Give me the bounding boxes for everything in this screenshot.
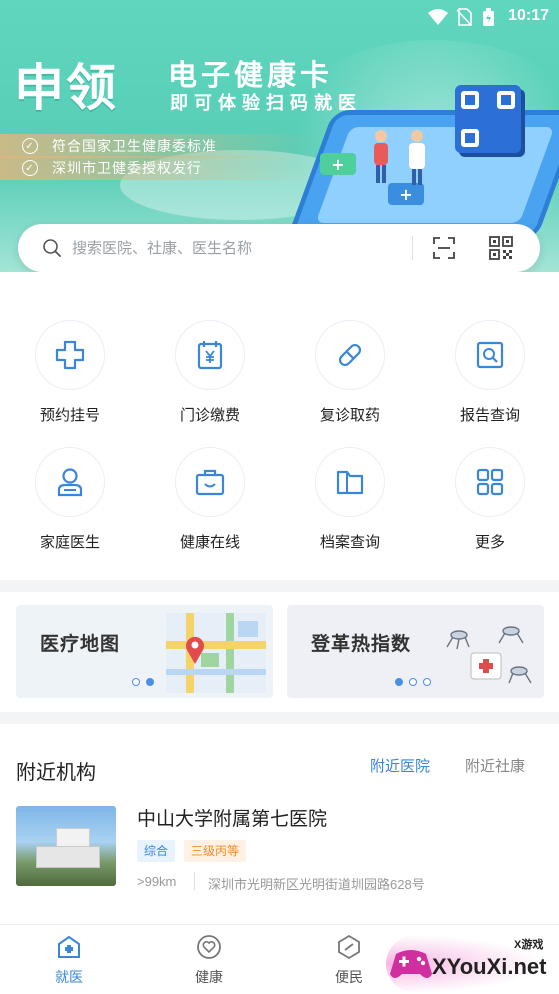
service-grid: 预约挂号 门诊缴费 复诊取药 报告查询 家庭医生 健康在线 档案查询 更多 xyxy=(0,272,559,580)
nav-medical[interactable]: 就医 xyxy=(29,933,109,987)
pill-icon xyxy=(338,343,362,367)
hospital-address: 深圳市光明新区光明街道圳园路628号 xyxy=(208,877,425,892)
watermark-small: X游戏 xyxy=(514,939,544,951)
service-label: 档案查询 xyxy=(319,534,380,551)
hospital-home-icon xyxy=(58,935,80,958)
cert-text: 符合国家卫生健康委标准 xyxy=(52,138,217,154)
check-circle-icon: ✓ xyxy=(22,160,38,176)
search-divider xyxy=(412,236,413,260)
nav-label: 健康 xyxy=(195,969,223,985)
map-pin-icon xyxy=(186,636,204,664)
battery-charging-icon xyxy=(483,8,494,26)
hospital-distance: >99km xyxy=(137,874,177,889)
banner-tagline: 即可体验扫码就医 xyxy=(170,93,362,113)
service-label: 预约挂号 xyxy=(39,407,100,424)
cert-text: 深圳市卫健委授权发行 xyxy=(52,160,202,176)
service-label: 报告查询 xyxy=(459,407,520,424)
service-label: 家庭医生 xyxy=(39,534,100,551)
hospital-type-tag: 综合 xyxy=(137,840,176,862)
mosquito-illustration-icon xyxy=(446,626,532,684)
section-title: 附近机构 xyxy=(16,762,96,784)
banner-title: 申领 xyxy=(14,60,118,116)
service-payment[interactable]: 门诊缴费 xyxy=(140,320,280,438)
scan-icon[interactable] xyxy=(432,236,456,260)
people-illustration-icon xyxy=(374,130,425,185)
nav-label: 就医 xyxy=(55,969,83,985)
nearby-section: 附近机构 附近医院 附近社康 中山大学附属第七医院 综合 三级丙等 >99km … xyxy=(0,724,559,924)
grid-icon xyxy=(476,468,504,496)
map-illustration-icon xyxy=(166,613,266,693)
no-sim-icon xyxy=(456,8,472,26)
wifi-icon xyxy=(428,9,448,25)
status-bar: 10:17 xyxy=(0,0,559,34)
service-label: 更多 xyxy=(474,534,505,551)
service-family-doctor[interactable]: 家庭医生 xyxy=(0,447,140,565)
folder-icon xyxy=(336,470,364,495)
status-time: 10:17 xyxy=(508,7,549,24)
hospital-name: 中山大学附属第七医院 xyxy=(137,809,328,830)
service-label: 门诊缴费 xyxy=(179,407,240,424)
service-health-online[interactable]: 健康在线 xyxy=(140,447,280,565)
hospital-level-tag: 三级丙等 xyxy=(184,840,247,862)
promo-title: 医疗地图 xyxy=(40,634,121,655)
promo-dengue-index[interactable]: 登革热指数 xyxy=(287,605,544,698)
service-label: 健康在线 xyxy=(179,534,240,551)
gamepad-logo-icon xyxy=(390,950,432,978)
qr-illustration-icon xyxy=(455,85,521,153)
service-report[interactable]: 报告查询 xyxy=(420,320,559,438)
heart-icon xyxy=(197,935,221,959)
cert-line-1: ✓ 符合国家卫生健康委标准 xyxy=(0,134,320,158)
nav-label: 便民 xyxy=(335,969,363,985)
briefcase-icon xyxy=(195,469,225,496)
tab-nearby-community[interactable]: 附近社康 xyxy=(465,755,525,776)
service-more[interactable]: 更多 xyxy=(420,447,559,565)
tab-nearby-hospitals[interactable]: 附近医院 xyxy=(370,755,430,776)
carousel-dots xyxy=(132,678,154,686)
watermark-brand: XYouXi.net xyxy=(432,954,547,979)
check-circle-icon: ✓ xyxy=(22,138,38,154)
promo-title: 登革热指数 xyxy=(311,634,412,655)
convenience-icon xyxy=(338,934,360,960)
search-icon xyxy=(43,239,61,257)
promo-medical-map[interactable]: 医疗地图 xyxy=(16,605,273,698)
search-placeholder[interactable]: 搜索医院、社康、医生名称 xyxy=(72,237,252,258)
plus-card-icon: + xyxy=(320,153,356,175)
site-watermark: X游戏 XYouXi.net xyxy=(386,934,556,992)
promo-section: 医疗地图 登革热指数 xyxy=(0,592,559,712)
cert-line-2: ✓ 深圳市卫健委授权发行 xyxy=(0,156,320,180)
nav-health[interactable]: 健康 xyxy=(169,933,249,987)
service-medicine[interactable]: 复诊取药 xyxy=(280,320,420,438)
doctor-icon xyxy=(57,468,83,497)
service-records[interactable]: 档案查询 xyxy=(280,447,420,565)
qr-code-icon[interactable] xyxy=(489,236,513,260)
yuan-bill-icon xyxy=(197,341,223,370)
meta-divider xyxy=(194,872,195,890)
carousel-dots xyxy=(395,678,431,686)
banner-subtitle: 电子健康卡 xyxy=(168,60,334,92)
service-appointment[interactable]: 预约挂号 xyxy=(0,320,140,438)
plus-cross-icon xyxy=(55,340,85,370)
service-label: 复诊取药 xyxy=(319,407,380,424)
hospital-photo xyxy=(16,806,116,886)
report-search-icon xyxy=(476,341,504,369)
search-bar[interactable]: 搜索医院、社康、医生名称 xyxy=(18,224,540,272)
nav-convenience[interactable]: 便民 xyxy=(309,933,389,987)
